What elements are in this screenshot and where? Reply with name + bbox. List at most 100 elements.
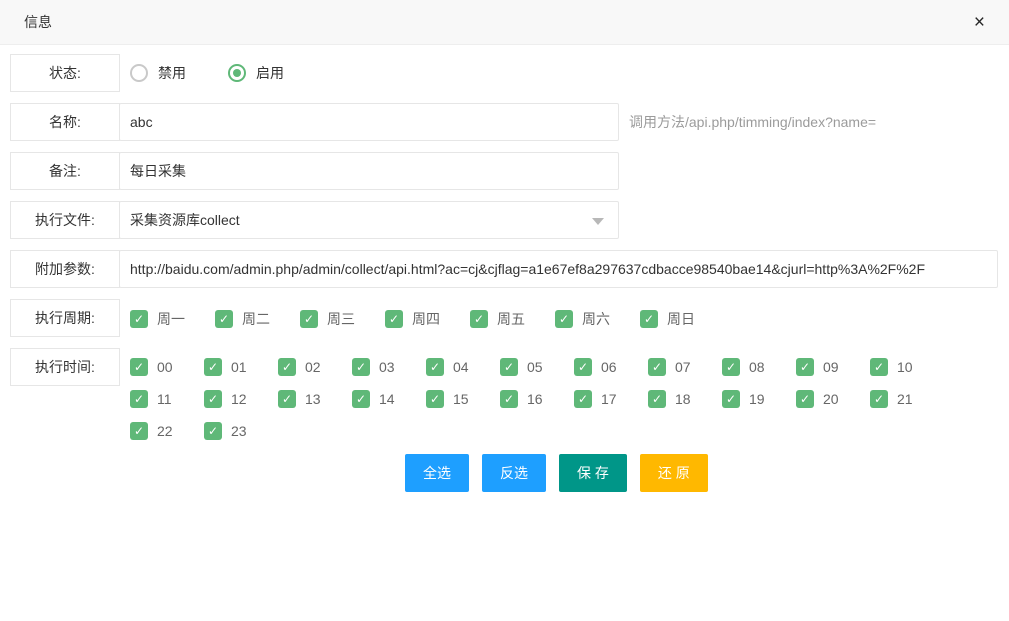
restore-button[interactable]: 还 原 [640,454,708,492]
close-icon[interactable]: × [974,13,985,32]
hour-14[interactable]: ✓ 14 [352,390,426,408]
hour-22[interactable]: ✓ 22 [130,422,204,440]
checkbox-checked-icon: ✓ [385,310,403,328]
chevron-down-icon [592,218,604,225]
checkbox-checked-icon: ✓ [130,422,148,440]
checkbox-checked-icon: ✓ [796,390,814,408]
dialog-titlebar: 信息 × [0,0,1009,45]
weekday-checkbox-group: ✓周一✓周二✓周三✓周四✓周五✓周六✓周日 [130,299,725,329]
hour-11[interactable]: ✓11 [130,390,204,408]
select-all-button[interactable]: 全选 [405,454,469,492]
checkbox-checked-icon: ✓ [204,390,222,408]
hour-06[interactable]: ✓06 [574,358,648,376]
checkbox-checked-icon: ✓ [130,358,148,376]
checkbox-checked-icon: ✓ [204,358,222,376]
checkbox-checked-icon: ✓ [574,358,592,376]
hour-19[interactable]: ✓19 [722,390,796,408]
cycle-day-周二[interactable]: ✓ 周二 [215,309,300,329]
hour-05[interactable]: ✓ 05 [500,358,574,376]
hour-00[interactable]: ✓00 [130,358,204,376]
checkbox-checked-icon: ✓ [215,310,233,328]
radio-disable[interactable]: 禁用 [130,63,186,83]
checkbox-checked-icon: ✓ [648,390,666,408]
form-row-extra-params: 附加参数: [10,250,999,288]
exec-file-select[interactable]: 采集资源库collect [119,201,619,239]
hour-20[interactable]: ✓20 [796,390,870,408]
hour-07[interactable]: ✓07 [648,358,722,376]
hour-12[interactable]: ✓ 12 [204,390,278,408]
checkbox-label: 10 [897,359,913,375]
hour-21[interactable]: ✓21 [870,390,944,408]
exec-file-selected-value: 采集资源库collect [130,210,240,230]
checkbox-label: 15 [453,391,469,407]
name-input[interactable] [119,103,619,141]
hour-16[interactable]: ✓ 16 [500,390,574,408]
checkbox-checked-icon: ✓ [722,358,740,376]
hour-03[interactable]: ✓03 [352,358,426,376]
checkbox-checked-icon: ✓ [426,390,444,408]
checkbox-label: 周五 [497,309,525,329]
checkbox-label: 05 [527,359,543,375]
cycle-day-周六[interactable]: ✓周六 [555,309,640,329]
hour-02[interactable]: ✓ 02 [278,358,352,376]
radio-label: 禁用 [158,63,186,83]
checkbox-label: 22 [157,423,173,439]
hour-13[interactable]: ✓13 [278,390,352,408]
api-hint: 调用方法/api.php/timming/index?name= [629,112,876,132]
checkbox-label: 12 [231,391,247,407]
checkbox-label: 13 [305,391,321,407]
hour-04[interactable]: ✓04 [426,358,500,376]
cycle-day-周四[interactable]: ✓周四 [385,309,470,329]
checkbox-label: 02 [305,359,321,375]
checkbox-checked-icon: ✓ [500,390,518,408]
save-button[interactable]: 保 存 [559,454,627,492]
checkbox-label: 周日 [667,309,695,329]
hour-23[interactable]: ✓23 [204,422,278,440]
radio-enable[interactable]: 启用 [228,63,284,83]
status-radio-group: 禁用 启用 [130,54,284,92]
checkbox-checked-icon: ✓ [640,310,658,328]
remark-input[interactable] [119,152,619,190]
invert-select-button[interactable]: 反选 [482,454,546,492]
checkbox-label: 08 [749,359,765,375]
cycle-day-周三[interactable]: ✓周三 [300,309,385,329]
checkbox-label: 14 [379,391,395,407]
cycle-day-周一[interactable]: ✓周一 [130,309,215,329]
checkbox-checked-icon: ✓ [574,390,592,408]
hour-10[interactable]: ✓10 [870,358,944,376]
time-label: 执行时间: [10,348,120,386]
form-row-time: 执行时间: ✓00✓01✓02✓03✓04✓05✓06✓07✓08✓09✓10✓… [10,348,999,440]
hour-17[interactable]: ✓ 17 [574,390,648,408]
hour-checkbox-group: ✓00✓01✓02✓03✓04✓05✓06✓07✓08✓09✓10✓11✓12✓… [130,348,999,440]
checkbox-label: 03 [379,359,395,375]
remark-label: 备注: [10,152,120,190]
extra-params-input[interactable] [119,250,998,288]
hour-15[interactable]: ✓ 15 [426,390,500,408]
cycle-label: 执行周期: [10,299,120,337]
checkbox-label: 09 [823,359,839,375]
cycle-day-周日[interactable]: ✓ 周日 [640,309,725,329]
hour-01[interactable]: ✓01 [204,358,278,376]
checkbox-checked-icon: ✓ [352,390,370,408]
checkbox-label: 周六 [582,309,610,329]
checkbox-label: 周二 [242,309,270,329]
hour-08[interactable]: ✓ 08 [722,358,796,376]
checkbox-checked-icon: ✓ [278,358,296,376]
form-row-name: 名称: 调用方法/api.php/timming/index?name= [10,103,999,141]
checkbox-checked-icon: ✓ [722,390,740,408]
checkbox-label: 16 [527,391,543,407]
name-label: 名称: [10,103,120,141]
checkbox-label: 周三 [327,309,355,329]
checkbox-label: 21 [897,391,913,407]
action-buttons: 全选 反选 保 存 还 原 [405,454,999,492]
checkbox-label: 23 [231,423,247,439]
checkbox-checked-icon: ✓ [130,390,148,408]
hour-18[interactable]: ✓18 [648,390,722,408]
form-row-status: 状态: 禁用启用 [10,54,999,92]
checkbox-checked-icon: ✓ [500,358,518,376]
hour-09[interactable]: ✓09 [796,358,870,376]
dialog-title: 信息 [24,12,52,32]
cycle-day-周五[interactable]: ✓周五 [470,309,555,329]
checkbox-label: 17 [601,391,617,407]
radio-checked-icon [228,64,246,82]
